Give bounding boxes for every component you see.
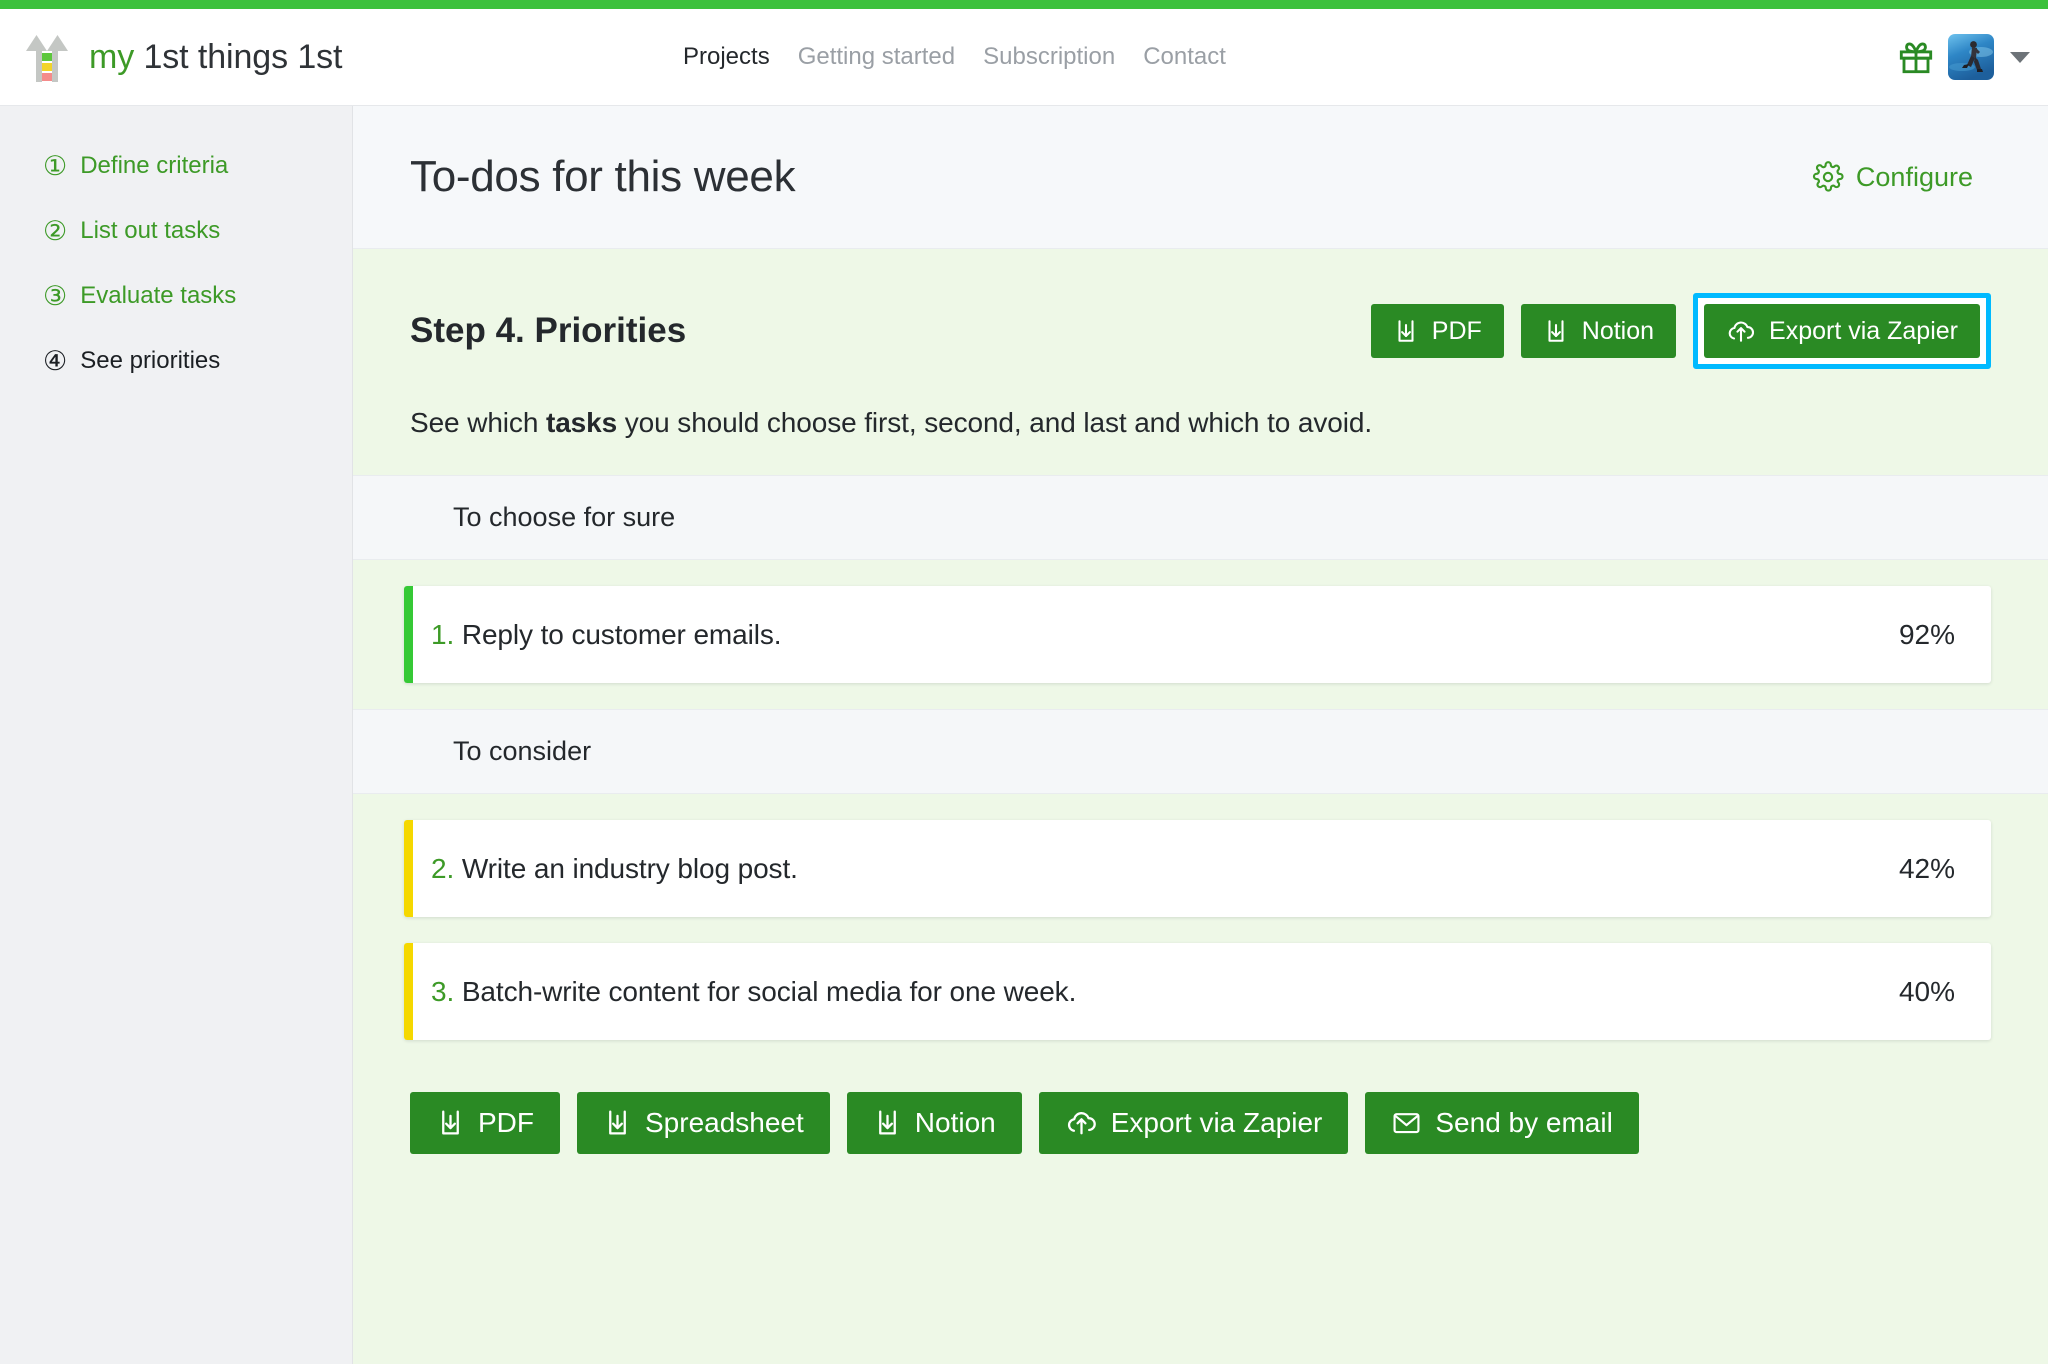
button-label: Send by email <box>1435 1107 1613 1138</box>
header-right-cluster <box>1898 34 2030 80</box>
download-icon <box>873 1108 902 1137</box>
configure-button[interactable]: Configure <box>1812 161 1973 193</box>
top-accent-bar <box>0 0 2048 9</box>
task-text: 1. Reply to customer emails. <box>404 618 782 651</box>
group-heading-to-consider: To consider <box>353 709 2048 794</box>
configure-label: Configure <box>1855 161 1973 192</box>
page-title: To-dos for this week <box>410 152 796 201</box>
group-heading-to-choose-for-sure: To choose for sure <box>353 475 2048 560</box>
task-text: 2. Write an industry blog post. <box>404 853 798 885</box>
task-score: 92% <box>1898 618 1955 650</box>
sidebar-item-label: Define criteria <box>80 152 229 179</box>
sidebar-item-label: See priorities <box>80 347 221 374</box>
task-rank: 3. <box>431 975 455 1007</box>
task-group-to-choose-for-sure: 1. Reply to customer emails. 92% <box>353 560 2048 683</box>
desc-post: you should choose first, second, and las… <box>617 407 1373 438</box>
panel-top-actions: PDF Notion Export via Zapier <box>1370 293 1991 369</box>
step-number-1-icon: ① <box>43 150 68 181</box>
button-label: PDF <box>1431 317 1482 345</box>
step-number-3-icon: ③ <box>43 280 68 311</box>
panel-header: Step 4. Priorities PDF Notion Export via… <box>353 249 2048 369</box>
chevron-down-icon[interactable] <box>2010 51 2030 63</box>
export-zapier-button-top[interactable]: Export via Zapier <box>1704 304 1980 358</box>
brand-word-rest: 1st things 1st <box>134 37 343 76</box>
button-label: Export via Zapier <box>1769 317 1958 345</box>
export-zapier-highlight-ring: Export via Zapier <box>1693 293 1991 369</box>
gift-icon[interactable] <box>1898 39 1934 75</box>
nav-item-contact[interactable]: Contact <box>1143 43 1226 71</box>
task-group-to-consider: 2. Write an industry blog post. 42% 3. B… <box>353 794 2048 1040</box>
desc-pre: See which <box>410 407 546 438</box>
task-row[interactable]: 2. Write an industry blog post. 42% <box>404 820 1991 917</box>
task-name: Batch-write content for social media for… <box>461 975 1077 1007</box>
sidebar-item-define-criteria[interactable]: ① Define criteria <box>0 142 352 190</box>
steps-sidebar: ① Define criteria ② List out tasks ③ Eva… <box>0 106 353 1364</box>
brand-logo-link[interactable]: my 1st things 1st <box>22 31 343 83</box>
site-header: my 1st things 1st Projects Getting start… <box>0 9 2048 106</box>
button-label: Notion <box>914 1107 996 1138</box>
export-notion-button-top[interactable]: Notion <box>1520 304 1677 358</box>
sidebar-item-evaluate-tasks[interactable]: ③ Evaluate tasks <box>0 272 352 320</box>
page-layout: ① Define criteria ② List out tasks ③ Eva… <box>0 106 2048 1364</box>
send-by-email-button[interactable]: Send by email <box>1365 1092 1639 1154</box>
nav-item-getting-started[interactable]: Getting started <box>798 43 955 71</box>
export-spreadsheet-button-bottom[interactable]: Spreadsheet <box>577 1092 830 1154</box>
brand-title: my 1st things 1st <box>89 37 343 77</box>
nav-item-projects[interactable]: Projects <box>683 43 770 71</box>
panel-title: Step 4. Priorities <box>410 311 687 350</box>
task-text: 3. Batch-write content for social media … <box>404 976 1076 1008</box>
main-content: To-dos for this week Configure Step 4. P… <box>353 106 2048 1364</box>
sidebar-item-list-out-tasks[interactable]: ② List out tasks <box>0 207 352 255</box>
user-avatar[interactable] <box>1948 34 1994 80</box>
sidebar-item-see-priorities[interactable]: ④ See priorities <box>0 337 352 385</box>
task-score: 42% <box>1898 852 1955 884</box>
task-row[interactable]: 1. Reply to customer emails. 92% <box>404 586 1991 683</box>
step-number-2-icon: ② <box>43 215 68 246</box>
export-pdf-button-top[interactable]: PDF <box>1370 304 1504 358</box>
cloud-upload-icon <box>1726 318 1756 344</box>
brand-word-my: my <box>89 37 135 76</box>
button-label: Export via Zapier <box>1110 1107 1323 1138</box>
export-notion-button-bottom[interactable]: Notion <box>846 1092 1022 1154</box>
export-zapier-button-bottom[interactable]: Export via Zapier <box>1038 1092 1349 1154</box>
step-number-4-icon: ④ <box>43 345 68 376</box>
button-label: Spreadsheet <box>645 1107 804 1138</box>
cloud-upload-icon <box>1065 1108 1098 1137</box>
task-rank: 1. <box>431 618 455 650</box>
task-name: Write an industry blog post. <box>461 852 798 884</box>
task-score: 40% <box>1898 975 1955 1007</box>
sidebar-item-label: Evaluate tasks <box>80 282 237 309</box>
desc-bold: tasks <box>545 407 618 438</box>
download-icon <box>1393 318 1419 344</box>
button-label: PDF <box>478 1107 534 1138</box>
download-icon <box>1543 318 1569 344</box>
nav-item-subscription[interactable]: Subscription <box>983 43 1115 71</box>
envelope-icon <box>1391 1108 1422 1137</box>
task-row[interactable]: 3. Batch-write content for social media … <box>404 943 1991 1040</box>
main-navigation: Projects Getting started Subscription Co… <box>683 43 1226 71</box>
sidebar-item-label: List out tasks <box>80 217 221 244</box>
task-rank: 2. <box>431 852 455 884</box>
step-priorities-panel: Step 4. Priorities PDF Notion Export via… <box>353 249 2048 1364</box>
download-icon <box>436 1108 465 1137</box>
export-pdf-button-bottom[interactable]: PDF <box>410 1092 560 1154</box>
task-name: Reply to customer emails. <box>461 618 782 650</box>
two-up-arrows-logo-icon <box>22 31 72 83</box>
panel-description: See which tasks you should choose first,… <box>353 369 2048 475</box>
page-header: To-dos for this week Configure <box>353 106 2048 249</box>
button-label: Notion <box>1581 317 1655 345</box>
gear-icon <box>1812 161 1844 193</box>
panel-bottom-actions: PDF Spreadsheet Notion Export via Zapier… <box>353 1066 2048 1194</box>
download-icon <box>603 1108 632 1137</box>
